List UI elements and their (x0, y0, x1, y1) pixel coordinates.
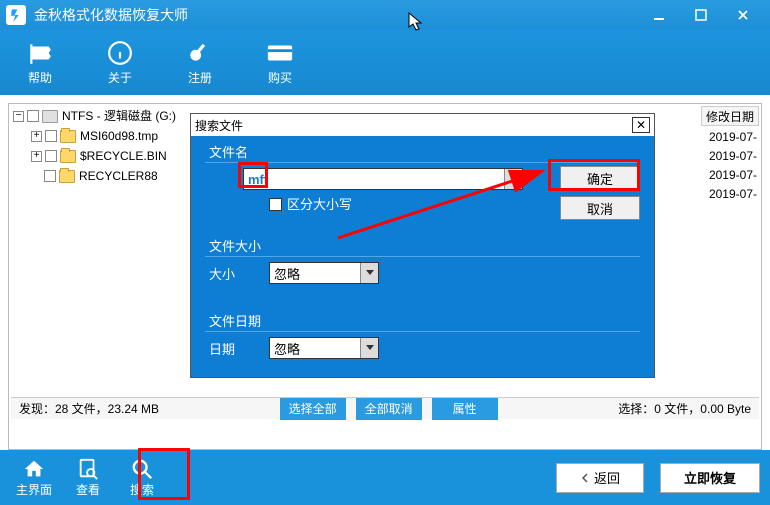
cursor-icon (408, 12, 424, 32)
view-button[interactable]: 查看 (64, 454, 112, 502)
minimize-button[interactable] (638, 3, 680, 27)
select-all-button[interactable]: 选择全部 (280, 398, 346, 420)
list-row[interactable]: 2019-07- (709, 147, 757, 166)
disk-icon (42, 110, 58, 123)
app-logo-icon (6, 5, 26, 25)
filename-group-label: 文件名 (209, 142, 248, 161)
tree-item[interactable]: RECYCLER88 (13, 166, 203, 186)
card-icon (266, 39, 294, 67)
dropdown-icon[interactable] (360, 338, 378, 358)
tree-item[interactable]: + $RECYCLE.BIN (13, 146, 203, 166)
folder-tree: − NTFS - 逻辑磁盘 (G:) + MSI60d98.tmp + $REC… (13, 106, 203, 186)
document-search-icon (77, 457, 99, 481)
dialog-title: 搜索文件 (195, 117, 243, 134)
tree-item-label: $RECYCLE.BIN (80, 146, 167, 166)
key-icon (186, 39, 214, 67)
main-toolbar: 帮助 关于 注册 购买 (0, 30, 770, 95)
folder-icon (60, 130, 76, 143)
cancel-button[interactable]: 取消 (560, 196, 640, 220)
chevron-left-icon (580, 473, 590, 483)
dialog-titlebar[interactable]: 搜索文件 ✕ (191, 114, 654, 136)
checkbox[interactable] (45, 150, 57, 162)
tree-root-label: NTFS - 逻辑磁盘 (G:) (62, 106, 176, 126)
back-button[interactable]: 返回 (556, 463, 644, 493)
help-icon (26, 39, 54, 67)
ok-button[interactable]: 确定 (560, 166, 640, 190)
tree-item[interactable]: + MSI60d98.tmp (13, 126, 203, 146)
search-button[interactable]: 搜索 (118, 454, 166, 502)
folder-icon (59, 170, 75, 183)
properties-button[interactable]: 属性 (432, 398, 498, 420)
list-row[interactable]: 2019-07- (709, 166, 757, 185)
checkbox[interactable] (27, 110, 39, 122)
date-label: 日期 (209, 339, 235, 358)
title-bar: 金秋格式化数据恢复大师 (0, 0, 770, 30)
bottom-bar: 主界面 查看 搜索 返回 立即恢复 (0, 450, 770, 505)
list-rows: 2019-07- 2019-07- 2019-07- 2019-07- (709, 128, 757, 204)
arrow-annotation (330, 166, 554, 246)
register-button[interactable]: 注册 (170, 35, 230, 90)
checkbox[interactable] (44, 170, 56, 182)
dropdown-icon[interactable] (360, 263, 378, 283)
size-group-label: 文件大小 (209, 236, 261, 255)
date-select[interactable]: 忽略 (269, 337, 379, 359)
expand-icon[interactable]: + (31, 131, 42, 142)
help-button[interactable]: 帮助 (10, 35, 70, 90)
found-status: 发现：28 文件，23.24 MB (19, 400, 159, 417)
dialog-close-button[interactable]: ✕ (632, 117, 650, 133)
about-button[interactable]: 关于 (90, 35, 150, 90)
recover-button[interactable]: 立即恢复 (660, 463, 760, 493)
window-title: 金秋格式化数据恢复大师 (34, 5, 638, 25)
list-row[interactable]: 2019-07- (709, 128, 757, 147)
checkbox[interactable] (45, 130, 57, 142)
case-checkbox[interactable] (269, 198, 282, 211)
deselect-all-button[interactable]: 全部取消 (356, 398, 422, 420)
status-bar: 发现：28 文件，23.24 MB 选择全部 全部取消 属性 选择：0 文件，0… (11, 397, 759, 419)
about-icon (106, 39, 134, 67)
collapse-icon[interactable]: − (13, 111, 24, 122)
tree-root[interactable]: − NTFS - 逻辑磁盘 (G:) (13, 106, 203, 126)
maximize-button[interactable] (680, 3, 722, 27)
date-group-label: 文件日期 (209, 311, 261, 330)
size-label: 大小 (209, 264, 235, 283)
buy-button[interactable]: 购买 (250, 35, 310, 90)
size-select[interactable]: 忽略 (269, 262, 379, 284)
expand-icon[interactable]: + (31, 151, 42, 162)
search-icon (131, 457, 153, 481)
list-row[interactable]: 2019-07- (709, 185, 757, 204)
home-button[interactable]: 主界面 (10, 454, 58, 502)
close-button[interactable] (722, 3, 764, 27)
tree-item-label: MSI60d98.tmp (80, 126, 158, 146)
column-header-date[interactable]: 修改日期 (701, 106, 759, 126)
selected-status: 选择：0 文件，0.00 Byte (618, 400, 751, 417)
folder-icon (60, 150, 76, 163)
home-icon (23, 457, 45, 481)
tree-item-label: RECYCLER88 (79, 166, 158, 186)
